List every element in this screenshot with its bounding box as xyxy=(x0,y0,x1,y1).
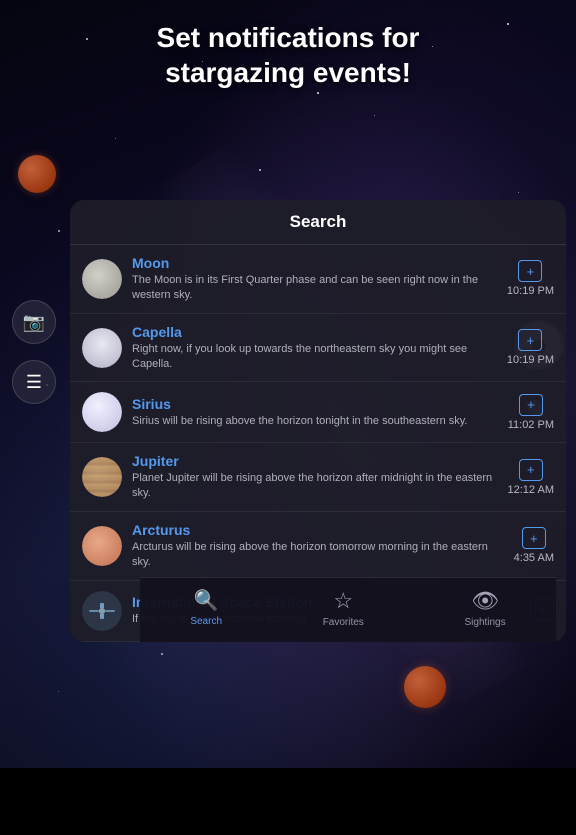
sirius-time: 11:02 PM xyxy=(508,419,554,431)
search-panel-title: Search xyxy=(70,200,566,245)
list-item: Sirius Sirius will be rising above the h… xyxy=(70,382,566,443)
list-item: Arcturus Arcturus will be rising above t… xyxy=(70,512,566,581)
sightings-nav-icon: 👁 xyxy=(471,588,499,614)
arcturus-calendar-button[interactable]: + xyxy=(522,527,546,549)
sirius-time-col: + 11:02 PM xyxy=(508,394,554,431)
menu-icon: ☰ xyxy=(26,372,42,393)
arcturus-time-col: + 4:35 AM xyxy=(514,527,554,564)
moon-time: 10:19 PM xyxy=(507,285,554,297)
jupiter-icon xyxy=(82,457,122,497)
nav-item-sightings[interactable]: 👁 Sightings xyxy=(452,584,517,632)
arcturus-title: Arcturus xyxy=(132,522,504,538)
menu-button[interactable]: ☰ xyxy=(12,360,56,404)
moon-title: Moon xyxy=(132,255,497,271)
search-nav-icon: 🔍 xyxy=(194,588,219,613)
search-panel: Search Moon The Moon is in its First Qua… xyxy=(70,200,566,642)
sirius-calendar-button[interactable]: + xyxy=(519,394,543,416)
jupiter-title: Jupiter xyxy=(132,453,498,469)
moon-content: Moon The Moon is in its First Quarter ph… xyxy=(132,255,497,303)
camera-icon: 📷 xyxy=(23,312,45,333)
jupiter-time-col: + 12:12 AM xyxy=(508,459,554,496)
nav-item-search[interactable]: 🔍 Search xyxy=(178,584,234,631)
sirius-icon xyxy=(82,392,122,432)
moon-time-col: + 10:19 PM xyxy=(507,260,554,297)
arcturus-desc: Arcturus will be rising above the horizo… xyxy=(132,540,504,570)
moon-calendar-button[interactable]: + xyxy=(518,260,542,282)
nav-item-favorites[interactable]: ☆ Favorites xyxy=(311,584,376,632)
sirius-content: Sirius Sirius will be rising above the h… xyxy=(132,396,498,429)
capella-desc: Right now, if you look up towards the no… xyxy=(132,342,497,372)
sirius-desc: Sirius will be rising above the horizon … xyxy=(132,414,498,429)
bottom-nav: 🔍 Search ☆ Favorites 👁 Sightings xyxy=(140,577,556,642)
arcturus-content: Arcturus Arcturus will be rising above t… xyxy=(132,522,504,570)
capella-icon xyxy=(82,328,122,368)
favorites-nav-label: Favorites xyxy=(323,617,364,628)
jupiter-desc: Planet Jupiter will be rising above the … xyxy=(132,471,498,501)
arcturus-time: 4:35 AM xyxy=(514,552,554,564)
list-item: Capella Right now, if you look up toward… xyxy=(70,314,566,383)
arcturus-icon xyxy=(82,526,122,566)
header-title: Set notifications for stargazing events! xyxy=(0,20,576,90)
mars-planet-bottom xyxy=(404,666,446,708)
favorites-nav-icon: ☆ xyxy=(333,588,353,614)
capella-time-col: + 10:19 PM xyxy=(507,329,554,366)
list-item: Jupiter Planet Jupiter will be rising ab… xyxy=(70,443,566,512)
moon-desc: The Moon is in its First Quarter phase a… xyxy=(132,273,497,303)
search-nav-label: Search xyxy=(190,616,222,627)
jupiter-content: Jupiter Planet Jupiter will be rising ab… xyxy=(132,453,498,501)
sightings-nav-label: Sightings xyxy=(464,617,505,628)
moon-icon xyxy=(82,259,122,299)
capella-title: Capella xyxy=(132,324,497,340)
sirius-title: Sirius xyxy=(132,396,498,412)
jupiter-calendar-button[interactable]: + xyxy=(519,459,543,481)
capella-calendar-button[interactable]: + xyxy=(518,329,542,351)
iss-icon xyxy=(82,591,122,631)
capella-time: 10:19 PM xyxy=(507,354,554,366)
list-item: Moon The Moon is in its First Quarter ph… xyxy=(70,245,566,314)
capella-content: Capella Right now, if you look up toward… xyxy=(132,324,497,372)
mars-planet-top xyxy=(18,155,56,193)
jupiter-time: 12:12 AM xyxy=(508,484,554,496)
sidebar-left: 📷 ☰ xyxy=(12,300,56,404)
camera-button[interactable]: 📷 xyxy=(12,300,56,344)
